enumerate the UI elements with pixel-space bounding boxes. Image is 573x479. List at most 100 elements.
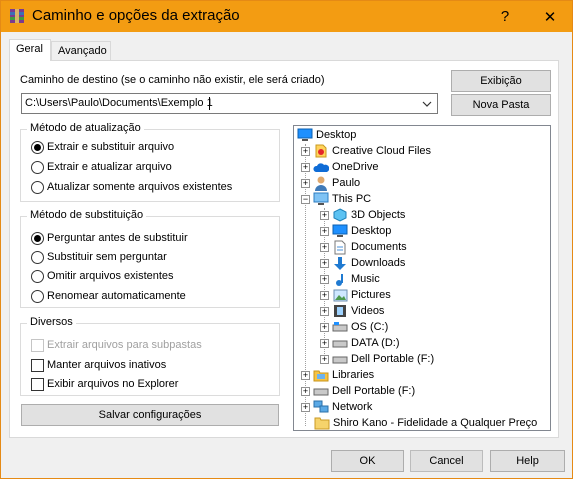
radio[interactable]	[31, 160, 44, 174]
update-mode-title: Método de atualização	[27, 122, 144, 134]
tree-item-documents[interactable]: + Documents	[320, 239, 407, 255]
radio-selected[interactable]	[31, 140, 44, 154]
tree-item-this-pc[interactable]: − This PC	[301, 191, 371, 207]
tree-item-paulo[interactable]: + Paulo	[301, 175, 360, 191]
folder-icon	[314, 415, 330, 430]
radio[interactable]	[31, 250, 44, 264]
tree-item-shiro-kano[interactable]: Shiro Kano - Fidelidade a Qualquer Preço	[314, 415, 537, 430]
misc-option-show-explorer[interactable]: Exibir arquivos no Explorer	[31, 376, 178, 392]
tree-item-label: Desktop	[351, 225, 392, 237]
network-icon	[313, 399, 329, 415]
tree-item-videos[interactable]: + Videos	[320, 303, 384, 319]
documents-icon	[332, 239, 348, 255]
close-button[interactable]: ✕	[528, 1, 572, 32]
expand-icon[interactable]: +	[320, 290, 329, 300]
folder-tree[interactable]: Desktop + Creative Cloud Files + OneDriv…	[293, 125, 551, 431]
tree-item-desktop-pc[interactable]: + Desktop	[320, 223, 391, 239]
expand-icon[interactable]: +	[301, 146, 310, 156]
checkbox-disabled	[31, 338, 44, 352]
radio[interactable]	[31, 180, 44, 194]
winrar-icon	[10, 9, 24, 23]
save-settings-button[interactable]: Salvar configurações	[21, 404, 279, 426]
expand-icon[interactable]: +	[320, 306, 329, 316]
overwrite-option-skip[interactable]: Omitir arquivos existentes	[31, 268, 174, 284]
tree-item-dell-portable[interactable]: + Dell Portable (F:)	[301, 383, 415, 399]
videos-icon	[332, 303, 348, 319]
update-option-extract-replace[interactable]: Extrair e substituir arquivo	[31, 139, 174, 155]
tree-item-label: Documents	[351, 241, 407, 253]
expand-icon[interactable]: +	[320, 322, 329, 332]
cancel-button[interactable]: Cancel	[410, 450, 483, 472]
radio[interactable]	[31, 269, 44, 283]
tree-item-downloads[interactable]: + Downloads	[320, 255, 405, 271]
tree-item-network[interactable]: + Network	[301, 399, 372, 415]
help-button[interactable]: Help	[490, 450, 565, 472]
ok-button[interactable]: OK	[331, 450, 404, 472]
text-caret	[209, 97, 210, 110]
expand-icon[interactable]: +	[320, 274, 329, 284]
destination-path-value[interactable]: C:\Users\Paulo\Documents\Exemplo 1	[25, 97, 213, 109]
overwrite-option-rename[interactable]: Renomear automaticamente	[31, 288, 186, 304]
tab-general[interactable]: Geral	[9, 39, 51, 61]
option-label: Substituir sem perguntar	[47, 251, 167, 263]
destination-path-combobox[interactable]: C:\Users\Paulo\Documents\Exemplo 1	[21, 93, 438, 114]
help-title-button[interactable]: ?	[483, 1, 527, 32]
collapse-icon[interactable]: −	[301, 194, 310, 204]
tree-item-label: Network	[332, 401, 373, 413]
expand-icon[interactable]: +	[320, 226, 329, 236]
tree-item-music[interactable]: + Music	[320, 271, 380, 287]
radio-selected[interactable]	[31, 231, 44, 245]
libraries-icon	[313, 367, 329, 383]
user-icon	[313, 175, 329, 191]
tree-item-os-c[interactable]: + OS (C:)	[320, 319, 388, 335]
tree-item-libraries[interactable]: + Libraries	[301, 367, 374, 383]
checkbox[interactable]	[31, 377, 44, 391]
expand-icon[interactable]: +	[320, 258, 329, 268]
title-bar[interactable]: Caminho e opções da extração ? ✕	[1, 1, 572, 32]
desktop-icon	[332, 223, 348, 239]
misc-option-keep-broken[interactable]: Manter arquivos inativos	[31, 357, 166, 373]
tree-item-dell-portable-pc[interactable]: + Dell Portable (F:)	[320, 351, 434, 367]
tree-item-onedrive[interactable]: + OneDrive	[301, 159, 378, 175]
misc-option-subfolders: Extrair arquivos para subpastas	[31, 337, 202, 353]
option-label: Atualizar somente arquivos existentes	[47, 181, 233, 193]
tree-item-label: This PC	[332, 193, 372, 205]
expand-icon[interactable]: +	[301, 162, 310, 172]
expand-icon[interactable]: +	[301, 402, 310, 412]
tree-item-creative-cloud[interactable]: + Creative Cloud Files	[301, 143, 431, 159]
tree-item-desktop[interactable]: Desktop	[297, 127, 356, 143]
expand-icon[interactable]: +	[320, 242, 329, 252]
expand-icon[interactable]: +	[301, 370, 310, 380]
new-folder-button[interactable]: Nova Pasta	[451, 94, 551, 116]
overwrite-option-overwrite[interactable]: Substituir sem perguntar	[31, 249, 167, 265]
option-label: Perguntar antes de substituir	[47, 232, 188, 244]
tree-item-data-d[interactable]: + DATA (D:)	[320, 335, 399, 351]
tree-item-pictures[interactable]: + Pictures	[320, 287, 391, 303]
tree-item-label: Desktop	[316, 129, 357, 141]
chevron-down-icon[interactable]	[419, 95, 435, 112]
expand-icon[interactable]: +	[301, 178, 310, 188]
expand-icon[interactable]: +	[320, 210, 329, 220]
tree-item-3d-objects[interactable]: + 3D Objects	[320, 207, 405, 223]
show-button[interactable]: Exibição	[451, 70, 551, 92]
computer-icon	[313, 191, 329, 207]
tree-item-label: Videos	[351, 305, 385, 317]
overwrite-option-ask[interactable]: Perguntar antes de substituir	[31, 230, 188, 246]
drive-icon	[332, 335, 348, 351]
tree-item-label: DATA (D:)	[351, 337, 400, 349]
drive-icon	[313, 383, 329, 399]
drive-icon	[332, 351, 348, 367]
tree-item-label: Dell Portable (F:)	[351, 353, 435, 365]
update-mode-group: Método de atualização Extrair e substitu…	[20, 122, 280, 202]
expand-icon[interactable]: +	[320, 354, 329, 364]
update-option-extract-update[interactable]: Extrair e atualizar arquivo	[31, 159, 172, 175]
tree-item-label: Libraries	[332, 369, 375, 381]
radio[interactable]	[31, 289, 44, 303]
drive-icon	[332, 319, 348, 335]
expand-icon[interactable]: +	[301, 386, 310, 396]
tab-advanced[interactable]: Avançado	[51, 41, 111, 61]
tree-item-label: Downloads	[351, 257, 406, 269]
expand-icon[interactable]: +	[320, 338, 329, 348]
update-option-update-existing[interactable]: Atualizar somente arquivos existentes	[31, 179, 232, 195]
checkbox[interactable]	[31, 358, 44, 372]
